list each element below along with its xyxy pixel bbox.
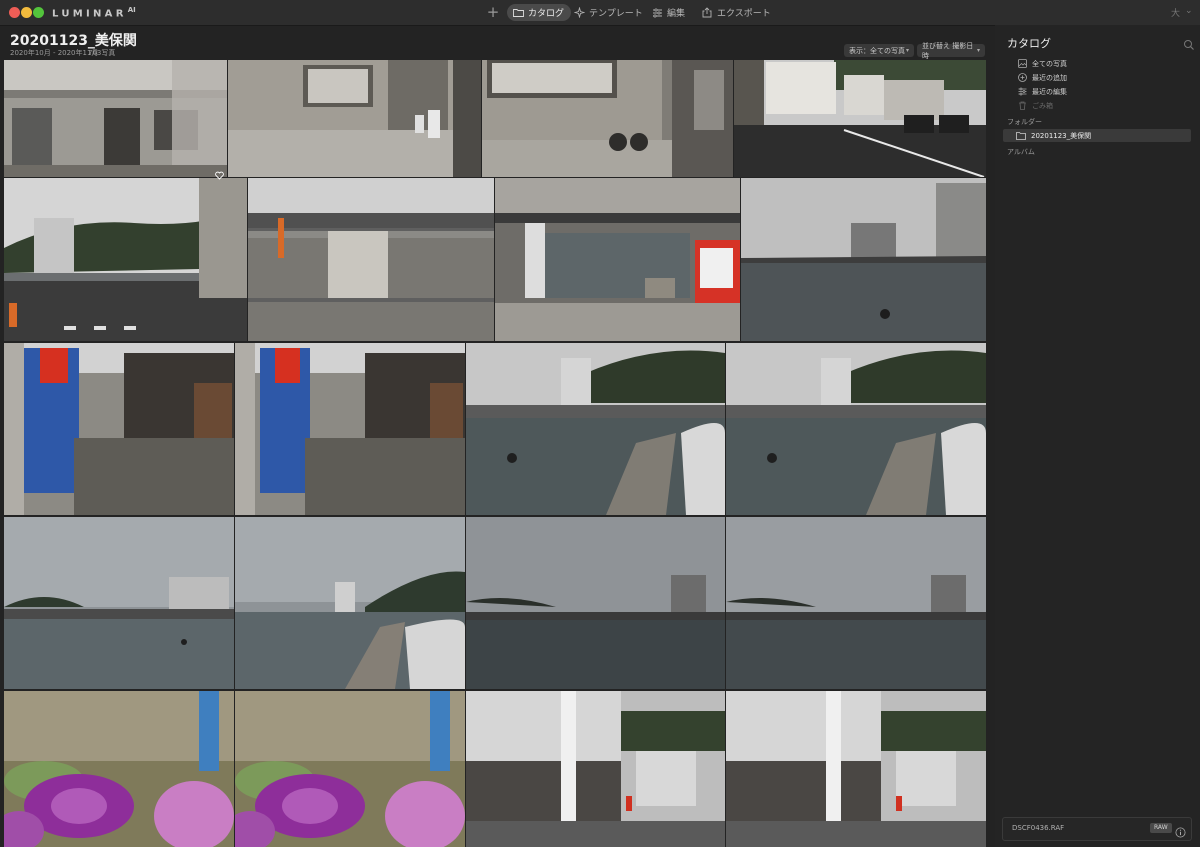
tab-export[interactable]: エクスポート xyxy=(696,4,778,21)
albums-section-label: アルバム xyxy=(1007,148,1035,156)
file-info-bar: DSCF0436.RAF RAW xyxy=(1002,817,1192,841)
raw-badge: RAW xyxy=(1150,823,1172,833)
folder-item-label: 20201123_美保関 xyxy=(1031,131,1092,140)
photo-thumbnail[interactable] xyxy=(4,343,234,515)
sort-dropdown[interactable]: 並び替え 撮影日時 ▾ xyxy=(917,42,985,60)
nav-recently-edited[interactable]: 最近の編集 xyxy=(1017,85,1067,98)
photo-count: 763写真 xyxy=(88,49,116,57)
photo-thumbnail[interactable] xyxy=(4,517,234,689)
zoom-window-button[interactable] xyxy=(33,7,44,18)
photo-thumbnail[interactable] xyxy=(466,691,725,847)
close-window-button[interactable] xyxy=(9,7,20,18)
tab-edit[interactable]: 編集 xyxy=(646,4,692,21)
photo-grid xyxy=(4,60,986,847)
photo-thumbnail[interactable] xyxy=(466,517,725,689)
sort-label: 並び替え 撮影日時 xyxy=(922,41,974,60)
sliders-icon xyxy=(1017,87,1027,97)
title-bar: LUMINARAI + カタログ テンプレート 編集 エクスポート 大 ⌄ xyxy=(0,0,1200,26)
search-icon[interactable] xyxy=(1183,36,1195,50)
photo-thumbnail[interactable] xyxy=(228,60,481,177)
plus-circle-icon xyxy=(1017,73,1027,83)
tab-export-label: エクスポート xyxy=(717,9,771,19)
photo-thumbnail[interactable] xyxy=(726,517,986,689)
photo-thumbnail[interactable] xyxy=(482,60,733,177)
chevron-down-icon: ▾ xyxy=(976,47,980,54)
photo-thumbnail[interactable] xyxy=(235,691,465,847)
nav-all-photos[interactable]: 全ての写真 xyxy=(1017,57,1067,70)
heart-icon[interactable] xyxy=(215,165,224,180)
sliders-icon xyxy=(650,7,664,19)
folder-icon xyxy=(511,7,525,19)
photo-thumbnail[interactable] xyxy=(4,60,227,177)
tab-edit-label: 編集 xyxy=(667,9,686,19)
photo-thumbnail[interactable] xyxy=(4,178,247,341)
tab-catalog-label: カタログ xyxy=(528,9,565,19)
photo-thumbnail[interactable] xyxy=(741,178,986,341)
page-title: 20201123_美保関 xyxy=(10,33,137,49)
photo-thumbnail[interactable] xyxy=(734,60,986,177)
add-photos-button[interactable]: + xyxy=(486,3,500,21)
nav-all-photos-label: 全ての写真 xyxy=(1032,59,1067,68)
nav-trash-label: ごみ箱 xyxy=(1032,101,1053,110)
nav-recently-added-label: 最近の追加 xyxy=(1032,73,1067,82)
photo-thumbnail[interactable] xyxy=(235,343,465,515)
photo-thumbnail[interactable] xyxy=(726,691,986,847)
nav-trash[interactable]: ごみ箱 xyxy=(1017,99,1053,112)
thumbnail-size-button[interactable]: 大 xyxy=(1171,6,1180,19)
minimize-window-button[interactable] xyxy=(21,7,32,18)
sparkle-icon xyxy=(572,7,586,19)
show-filter-label: 表示：全ての写真 xyxy=(849,46,905,55)
photos-icon xyxy=(1017,59,1027,69)
file-name: DSCF0436.RAF xyxy=(1012,824,1065,832)
chevron-down-icon: ▾ xyxy=(905,47,909,54)
show-filter-dropdown[interactable]: 表示：全ての写真 ▾ xyxy=(844,44,914,57)
photo-thumbnail[interactable] xyxy=(248,178,494,341)
tab-template-label: テンプレート xyxy=(589,9,643,19)
photo-thumbnail[interactable] xyxy=(466,343,725,515)
share-icon xyxy=(700,7,714,19)
chevron-down-icon[interactable]: ⌄ xyxy=(1185,6,1193,16)
folder-icon xyxy=(1016,131,1026,140)
folders-section-label: フォルダー xyxy=(1007,118,1042,126)
date-range: 2020年10月 - 2020年11月 xyxy=(10,49,99,57)
tab-catalog[interactable]: カタログ xyxy=(507,4,572,21)
info-icon[interactable] xyxy=(1175,823,1186,838)
catalog-panel: カタログ 全ての写真 最近の追加 最近の編集 ごみ箱 フォルダー 2020112… xyxy=(995,25,1200,847)
folder-item-selected[interactable]: 20201123_美保関 xyxy=(1003,129,1191,142)
app-logo: LUMINARAI xyxy=(52,6,136,20)
nav-recently-added[interactable]: 最近の追加 xyxy=(1017,71,1067,84)
trash-icon xyxy=(1017,101,1027,111)
photo-thumbnail[interactable] xyxy=(235,517,465,689)
nav-recently-edited-label: 最近の編集 xyxy=(1032,87,1067,96)
photo-thumbnail[interactable] xyxy=(4,691,234,847)
panel-title: カタログ xyxy=(1007,37,1051,50)
photo-thumbnail[interactable] xyxy=(495,178,740,341)
tab-template[interactable]: テンプレート xyxy=(568,4,650,21)
photo-thumbnail[interactable] xyxy=(726,343,986,515)
